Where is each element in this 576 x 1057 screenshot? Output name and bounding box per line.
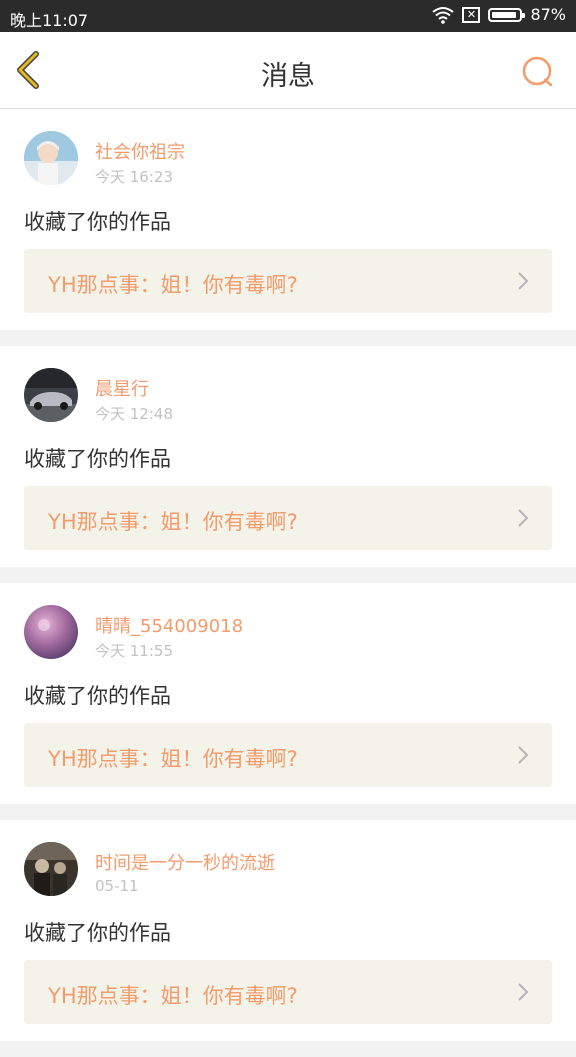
battery-percent: 87% [530,5,566,24]
status-time: 晚上11:07 [10,11,89,30]
work-title: YH那点事：姐！你有毒啊? [48,273,298,297]
timestamp: 05-11 [95,877,139,895]
work-link[interactable]: YH那点事：姐！你有毒啊? [24,249,552,313]
action-text: 收藏了你的作品 [24,684,171,708]
message-card: 晨星行 今天 12:48 收藏了你的作品 YH那点事：姐！你有毒啊? [0,346,576,567]
timestamp: 今天 12:48 [95,405,173,423]
username[interactable]: 晴晴_554009018 [95,612,243,638]
status-icons: ✕ 87% [432,5,566,24]
message-card: 时间是一分一秒的流逝 05-11 收藏了你的作品 YH那点事：姐！你有毒啊? [0,820,576,1041]
wifi-icon [432,6,455,24]
username[interactable]: 时间是一分一秒的流逝 [95,849,275,875]
avatar[interactable] [24,368,78,422]
chevron-right-icon [518,509,529,527]
avatar[interactable] [24,605,78,659]
page-title: 消息 [261,61,315,92]
status-bar: 晚上11:07 ✕ 87% [0,0,576,32]
work-link[interactable]: YH那点事：姐！你有毒啊? [24,723,552,787]
header: 消息 [0,32,576,109]
action-text: 收藏了你的作品 [24,210,171,234]
chevron-right-icon [518,983,529,1001]
work-link[interactable]: YH那点事：姐！你有毒啊? [24,486,552,550]
action-text: 收藏了你的作品 [24,921,171,945]
avatar[interactable] [24,131,78,185]
work-title: YH那点事：姐！你有毒啊? [48,984,298,1008]
message-list: 社会你祖宗 今天 16:23 收藏了你的作品 YH那点事：姐！你有毒啊? 晨星行… [0,109,576,1057]
timestamp: 今天 16:23 [95,168,173,186]
chevron-right-icon [518,272,529,290]
action-text: 收藏了你的作品 [24,447,171,471]
username[interactable]: 晨星行 [95,375,149,401]
username[interactable]: 社会你祖宗 [95,138,185,164]
timestamp: 今天 11:55 [95,642,173,660]
search-icon[interactable] [520,54,556,90]
work-title: YH那点事：姐！你有毒啊? [48,510,298,534]
battery-icon [488,7,526,22]
message-card: 晴晴_554009018 今天 11:55 收藏了你的作品 YH那点事：姐！你有… [0,583,576,804]
sim-off-icon: ✕ [462,6,481,23]
message-card: 社会你祖宗 今天 16:23 收藏了你的作品 YH那点事：姐！你有毒啊? [0,109,576,330]
avatar[interactable] [24,842,78,896]
work-title: YH那点事：姐！你有毒啊? [48,747,298,771]
work-link[interactable]: YH那点事：姐！你有毒啊? [24,960,552,1024]
chevron-right-icon [518,746,529,764]
